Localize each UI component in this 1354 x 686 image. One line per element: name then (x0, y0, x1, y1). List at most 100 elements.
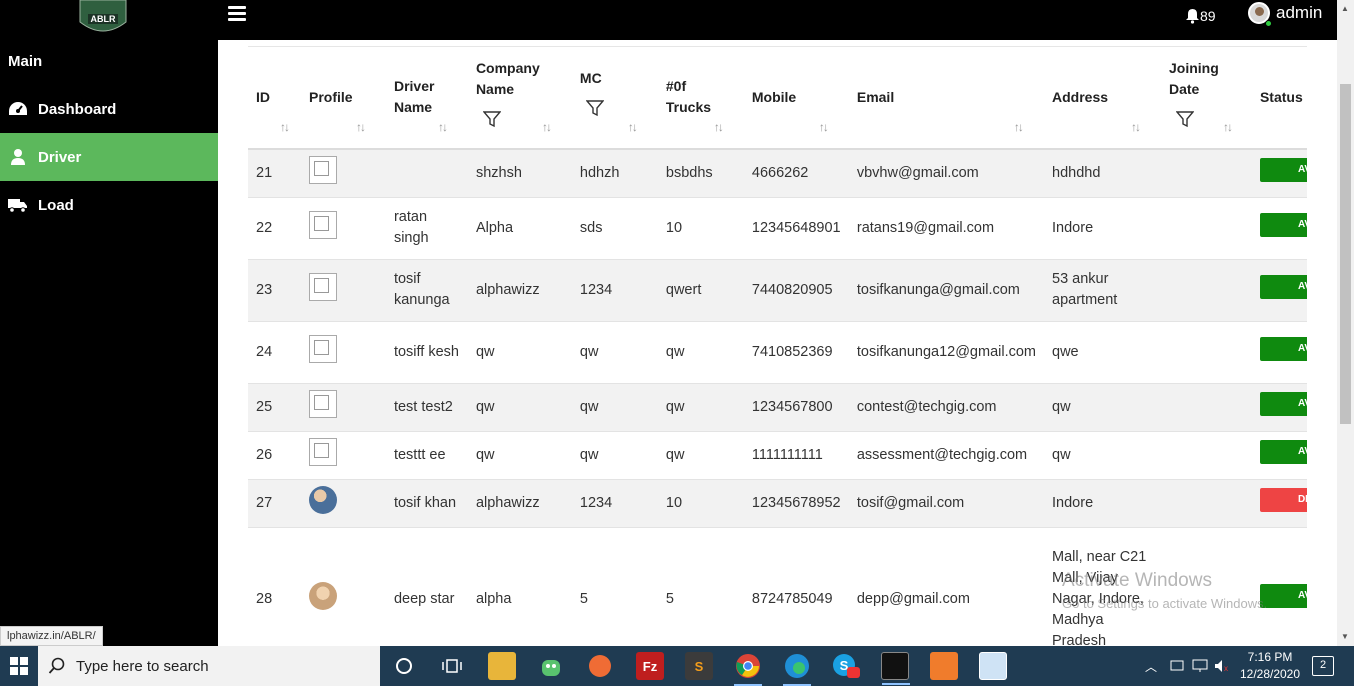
table-row[interactable]: 23 tosif kanunga alphawizz 1234 qwert 7440820… (248, 259, 1307, 322)
action-center-button[interactable]: 2 (1312, 656, 1334, 676)
column-header-mobile[interactable]: Mobile ↑↓ (743, 47, 849, 150)
column-header-profile[interactable]: Profile ↑↓ (300, 47, 386, 150)
filter-icon[interactable] (482, 110, 501, 128)
show-hidden-icons-icon[interactable]: ︿ (1145, 646, 1157, 686)
table-row[interactable]: 25 test test2 qw qw qw 1234567800 contest@tech… (248, 383, 1307, 432)
profile-image-placeholder-icon[interactable] (308, 155, 337, 184)
scrollbar-thumb[interactable] (1340, 84, 1351, 424)
column-header-trucks[interactable]: #0f Trucks ↑↓ (657, 47, 744, 150)
status-badge[interactable]: AVA (1259, 336, 1307, 361)
status-badge[interactable]: AVA (1259, 439, 1307, 464)
svg-text:x: x (1224, 664, 1228, 673)
filezilla-icon[interactable]: Fz (636, 652, 664, 680)
cell-id: 22 (248, 197, 301, 260)
clock-date: 12/28/2020 (1239, 667, 1301, 681)
cortana-icon[interactable] (390, 652, 418, 680)
column-header-status[interactable]: Status (1251, 47, 1307, 150)
taskbar-search-input[interactable]: Type here to search (38, 646, 380, 686)
start-button[interactable] (0, 646, 38, 686)
profile-image-placeholder-icon[interactable] (308, 437, 337, 466)
browser-status-url: lphawizz.in/ABLR/ (0, 626, 103, 646)
column-header-id[interactable]: ID ↑↓ (248, 47, 301, 150)
cell-mobile: 12345648901 (743, 197, 849, 260)
notepad-icon[interactable] (979, 652, 1007, 680)
cell-trucks: qw (657, 383, 744, 432)
xampp-icon[interactable] (930, 652, 958, 680)
cell-driver-name: tosif kanunga (385, 259, 468, 322)
cell-company-name: Alpha (467, 197, 572, 260)
volume-muted-icon[interactable]: x (1214, 646, 1230, 686)
cell-address: 53 ankur apartment (1044, 259, 1161, 322)
menu-toggle-icon[interactable] (228, 6, 246, 22)
profile-image-placeholder-icon[interactable] (308, 210, 337, 239)
skype-icon[interactable]: S (832, 652, 860, 680)
column-header-email[interactable]: Email ↑↓ (848, 47, 1045, 150)
status-badge[interactable]: AVA (1259, 157, 1307, 182)
table-row[interactable]: 26 testtt ee qw qw qw 1111111111 assessment@te… (248, 431, 1307, 480)
status-badge[interactable]: DRI (1259, 487, 1307, 512)
online-status-icon (1265, 20, 1272, 27)
cell-status: AVA (1251, 321, 1307, 384)
status-badge[interactable]: AVA (1259, 391, 1307, 416)
sublime-icon[interactable]: S (685, 652, 713, 680)
user-menu[interactable]: admin (1248, 2, 1322, 24)
sidebar-item-dashboard[interactable]: Dashboard (0, 85, 218, 133)
drivers-table: ID ↑↓ Profile ↑↓ Driver Name ↑↓ Company Nam… (248, 47, 1307, 646)
edge-icon[interactable] (783, 652, 811, 686)
column-header-joining-date[interactable]: Joining Date ↑↓ (1160, 47, 1252, 150)
terminal-icon[interactable] (881, 652, 910, 685)
chrome-icon[interactable] (734, 652, 762, 686)
table-row[interactable]: 21 shzhsh hdhzh bsbdhs 4666262 vbvhw@gmail.co… (248, 149, 1307, 198)
cell-email: tosifkanunga12@gmail.com (848, 321, 1045, 384)
profile-image-placeholder-icon[interactable] (308, 389, 337, 418)
cell-mc: 5 (571, 527, 658, 646)
ablr-logo[interactable]: ABLR (76, 0, 130, 38)
cell-mobile: 7410852369 (743, 321, 849, 384)
driver-photo[interactable] (308, 485, 337, 514)
cell-id: 23 (248, 259, 301, 322)
scroll-down-icon[interactable]: ▼ (1341, 632, 1349, 641)
status-badge[interactable]: AVA (1259, 274, 1307, 299)
column-header-company-name[interactable]: Company Name ↑↓ (467, 47, 572, 150)
cell-email: contest@techgig.com (848, 383, 1045, 432)
cell-driver-name: testtt ee (385, 431, 468, 480)
page-scrollbar[interactable]: ▲ ▼ (1337, 0, 1354, 646)
sort-icon: ↑↓ (1222, 120, 1233, 134)
table-row[interactable]: 27 tosif khan alphawizz 1234 10 12345678952 to… (248, 479, 1307, 528)
status-badge[interactable]: AVA (1259, 212, 1307, 237)
cell-mc: qw (571, 431, 658, 480)
network-icon[interactable] (1170, 646, 1184, 686)
postman-icon[interactable] (586, 652, 614, 680)
table-row[interactable]: 24 tosiff kesh qw qw qw 7410852369 tosifkanung… (248, 321, 1307, 384)
display-icon[interactable] (1192, 646, 1208, 686)
notification-count: 89 (1200, 8, 1216, 24)
cell-trucks: qwert (657, 259, 744, 322)
sidebar-item-load[interactable]: Load (0, 181, 218, 229)
sort-icon: ↑↓ (818, 120, 829, 134)
cell-address: qwe (1044, 321, 1161, 384)
file-explorer-icon[interactable] (488, 652, 516, 680)
column-header-mc[interactable]: MC ↑↓ (571, 47, 658, 150)
table-row[interactable]: 22 ratan singh Alpha sds 10 12345648901 ratans… (248, 197, 1307, 260)
scroll-up-icon[interactable]: ▲ (1341, 4, 1349, 13)
sidebar-item-label: Driver (38, 148, 82, 166)
activate-windows-watermark: Activate Windows Go to Settings to activ… (1062, 570, 1267, 611)
sidebar-item-driver[interactable]: Driver (0, 133, 218, 181)
android-icon[interactable] (537, 652, 565, 680)
column-header-driver-name[interactable]: Driver Name ↑↓ (385, 47, 468, 150)
column-header-address[interactable]: Address ↑↓ (1044, 47, 1161, 150)
cell-mc: qw (571, 321, 658, 384)
cell-joining-date (1160, 479, 1252, 528)
filter-icon[interactable] (585, 99, 604, 117)
sort-icon: ↑↓ (713, 120, 724, 134)
profile-image-placeholder-icon[interactable] (308, 334, 337, 363)
driver-photo[interactable] (308, 581, 337, 610)
filter-icon[interactable] (1175, 110, 1194, 128)
cell-status: DRI (1251, 479, 1307, 528)
profile-image-placeholder-icon[interactable] (308, 272, 337, 301)
cell-company-name: qw (467, 383, 572, 432)
cell-profile (300, 431, 386, 480)
notifications-button[interactable]: 89 (1185, 8, 1216, 24)
system-clock[interactable]: 7:16 PM 12/28/2020 (1238, 649, 1302, 683)
task-view-icon[interactable] (438, 652, 466, 680)
